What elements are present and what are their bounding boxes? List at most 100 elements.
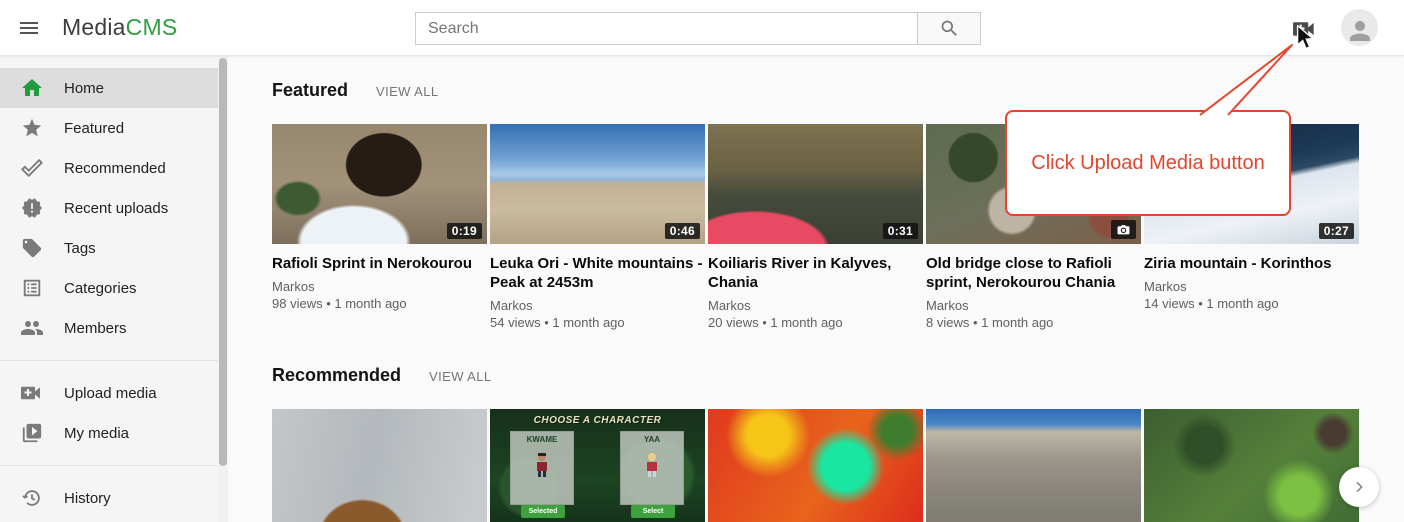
hamburger-menu-button[interactable] [15, 16, 43, 40]
video-meta: 14 views • 1 month ago [1144, 295, 1359, 312]
annotation-text: Click Upload Media button [1031, 152, 1264, 175]
duration-badge: 0:31 [883, 223, 918, 239]
sidebar-divider [0, 360, 218, 361]
video-card[interactable]: CHOOSE A CHARACTER KWAME Selected YAA Se… [490, 409, 705, 522]
sidebar-item-categories[interactable]: Categories [0, 268, 218, 308]
game-character-panel: YAA Select [620, 431, 684, 505]
video-author[interactable]: Markos [272, 278, 487, 295]
sidebar-item-label: Members [64, 320, 127, 337]
video-meta: 54 views • 1 month ago [490, 314, 705, 331]
sidebar-item-label: Recommended [64, 160, 166, 177]
game-character-sprite [534, 452, 550, 478]
upload-media-button[interactable] [1292, 18, 1318, 40]
section-title-featured: Featured [272, 80, 348, 101]
search-icon [939, 18, 960, 39]
home-icon [20, 76, 44, 100]
mediacms-app: MediaCMS Home Featured [0, 0, 1404, 522]
history-icon [20, 486, 44, 510]
video-card[interactable] [708, 409, 923, 522]
game-select-button: Select [631, 505, 675, 518]
sidebar-nav: Home Featured Recommended Recent uploads… [0, 56, 218, 518]
duration-badge: 0:46 [665, 223, 700, 239]
topbar: MediaCMS [0, 0, 1404, 56]
video-author[interactable]: Markos [1144, 278, 1359, 295]
video-title[interactable]: Leuka Ori - White mountains - Peak at 24… [490, 254, 705, 292]
game-character-panel: KWAME Selected [510, 431, 574, 505]
video-card[interactable]: 0:31 Koiliaris River in Kalyves, Chania … [708, 124, 923, 339]
sidebar-item-label: Home [64, 80, 104, 97]
video-card[interactable]: 0:19 Rafioli Sprint in Nerokourou Markos… [272, 124, 487, 339]
video-card[interactable] [272, 409, 487, 522]
new-releases-icon [20, 196, 44, 220]
members-icon [20, 316, 44, 340]
video-meta: 8 views • 1 month ago [926, 314, 1141, 331]
sidebar-item-label: Categories [64, 280, 137, 297]
sidebar-item-recommended[interactable]: Recommended [0, 148, 218, 188]
video-card[interactable] [1144, 409, 1359, 522]
sidebar-item-tags[interactable]: Tags [0, 228, 218, 268]
sidebar-item-label: Tags [64, 240, 96, 257]
sidebar-item-members[interactable]: Members [0, 308, 218, 348]
check-icon [20, 156, 44, 180]
video-title[interactable]: Rafioli Sprint in Nerokourou [272, 254, 487, 273]
search-bar [415, 12, 981, 45]
video-thumbnail[interactable] [926, 409, 1141, 522]
sidebar-item-label: History [64, 490, 111, 507]
user-avatar[interactable] [1341, 9, 1378, 46]
brand-suffix: CMS [126, 14, 178, 40]
brand-logo[interactable]: MediaCMS [62, 14, 177, 41]
video-thumbnail[interactable] [1144, 409, 1359, 522]
sidebar-item-history[interactable]: History [0, 478, 218, 518]
duration-badge: 0:19 [447, 223, 482, 239]
recommended-card-row: CHOOSE A CHARACTER KWAME Selected YAA Se… [272, 409, 1404, 522]
video-card[interactable]: 0:46 Leuka Ori - White mountains - Peak … [490, 124, 705, 339]
game-select-button: Selected [521, 505, 565, 518]
video-meta: 98 views • 1 month ago [272, 295, 487, 312]
annotation-callout: Click Upload Media button [1005, 110, 1291, 216]
featured-view-all-link[interactable]: VIEW ALL [376, 84, 438, 99]
video-title[interactable]: Old bridge close to Rafioli sprint, Nero… [926, 254, 1141, 292]
video-thumbnail[interactable]: 0:19 [272, 124, 487, 244]
section-title-recommended: Recommended [272, 365, 401, 386]
game-character-name: YAA [621, 435, 683, 444]
video-thumbnail[interactable] [708, 409, 923, 522]
game-character-sprite [644, 452, 660, 478]
video-author[interactable]: Markos [490, 297, 705, 314]
video-thumbnail[interactable]: 0:31 [708, 124, 923, 244]
video-title[interactable]: Ziria mountain - Korinthos [1144, 254, 1359, 273]
video-meta: 20 views • 1 month ago [708, 314, 923, 331]
sidebar-item-recent-uploads[interactable]: Recent uploads [0, 188, 218, 228]
sidebar-scrollbar[interactable] [218, 56, 228, 522]
camera-icon [1111, 220, 1136, 239]
recommended-section: Recommended VIEW ALL CHOOSE A CHARACTER … [228, 365, 1404, 522]
video-thumbnail[interactable]: CHOOSE A CHARACTER KWAME Selected YAA Se… [490, 409, 705, 522]
carousel-next-button[interactable] [1339, 467, 1379, 507]
video-library-icon [20, 421, 44, 445]
search-button[interactable] [917, 12, 981, 45]
hamburger-icon [17, 16, 41, 40]
person-icon [1345, 16, 1375, 46]
sidebar-item-my-media[interactable]: My media [0, 413, 218, 453]
video-author[interactable]: Markos [708, 297, 923, 314]
video-card[interactable] [926, 409, 1141, 522]
sidebar-item-upload-media[interactable]: Upload media [0, 373, 218, 413]
tag-icon [20, 236, 44, 260]
sidebar-item-label: Upload media [64, 385, 157, 402]
recommended-view-all-link[interactable]: VIEW ALL [429, 369, 491, 384]
video-thumbnail[interactable] [272, 409, 487, 522]
video-title[interactable]: Koiliaris River in Kalyves, Chania [708, 254, 923, 292]
sidebar-item-home[interactable]: Home [0, 68, 218, 108]
upload-media-icon [20, 381, 44, 405]
search-input[interactable] [415, 12, 917, 45]
sidebar-item-featured[interactable]: Featured [0, 108, 218, 148]
upload-media-icon [1292, 18, 1318, 40]
sidebar-scrollbar-thumb[interactable] [219, 58, 227, 466]
sidebar-item-label: My media [64, 425, 129, 442]
star-icon [20, 116, 44, 140]
game-thumb-heading: CHOOSE A CHARACTER [490, 415, 705, 426]
video-thumbnail[interactable]: 0:46 [490, 124, 705, 244]
sidebar-item-label: Recent uploads [64, 200, 168, 217]
video-author[interactable]: Markos [926, 297, 1141, 314]
list-icon [20, 276, 44, 300]
game-character-name: KWAME [511, 435, 573, 444]
